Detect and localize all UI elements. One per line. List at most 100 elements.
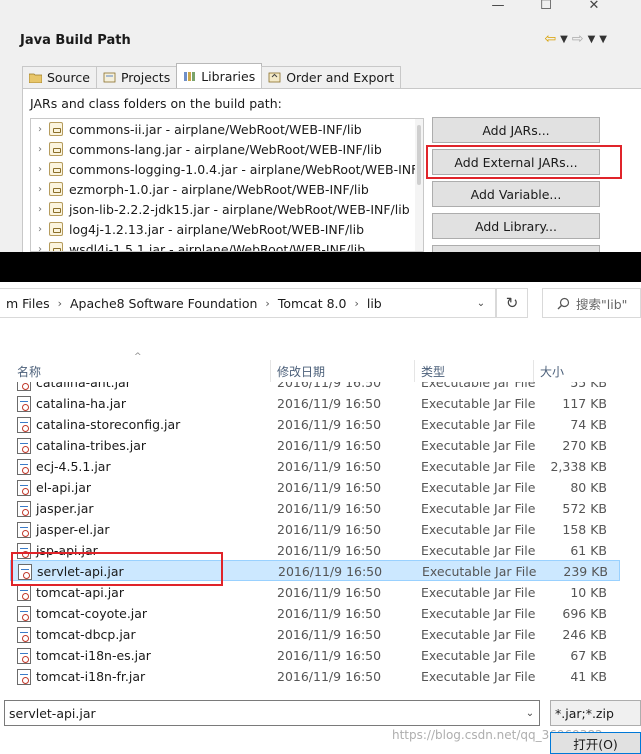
column-divider[interactable] bbox=[414, 360, 415, 382]
expand-arrow-icon[interactable]: › bbox=[31, 224, 49, 235]
file-type: Executable Jar File bbox=[421, 669, 536, 684]
tab-projects-label: Projects bbox=[120, 70, 171, 85]
expand-arrow-icon[interactable]: › bbox=[31, 124, 49, 135]
file-name: tomcat-api.jar bbox=[36, 585, 124, 600]
table-row[interactable]: jasper-el.jar 2016/11/9 16:50 Executable… bbox=[0, 519, 641, 540]
list-item[interactable]: › wsdl4j-1.5.1.jar - airplane/WebRoot/WEB… bbox=[31, 239, 423, 252]
file-size: 696 KB bbox=[562, 606, 607, 621]
minimize-icon[interactable]: — bbox=[487, 0, 509, 14]
table-row[interactable]: catalina-ant.jar 2016/11/9 16:50 Executa… bbox=[0, 382, 641, 393]
file-size: 41 KB bbox=[570, 669, 607, 684]
file-name-value: servlet-api.jar bbox=[9, 705, 96, 721]
file-type: Executable Jar File bbox=[421, 382, 536, 390]
add-library-button[interactable]: Add Library... bbox=[432, 213, 600, 239]
column-divider[interactable] bbox=[533, 360, 534, 382]
address-dropdown-icon[interactable]: ⌄ bbox=[466, 288, 496, 318]
table-row[interactable]: tomcat-dbcp.jar 2016/11/9 16:50 Executab… bbox=[0, 624, 641, 645]
build-path-tabs: Source Projects Libraries Order and Expo… bbox=[22, 63, 402, 88]
list-item[interactable]: › commons-logging-1.0.4.jar - airplane/We… bbox=[31, 159, 423, 179]
file-type: Executable Jar File bbox=[421, 585, 536, 600]
file-name: catalina-ant.jar bbox=[36, 382, 131, 390]
tab-libraries[interactable]: Libraries bbox=[176, 63, 263, 88]
file-type: Executable Jar File bbox=[421, 480, 536, 495]
expand-arrow-icon[interactable]: › bbox=[31, 244, 49, 252]
breadcrumb-item[interactable]: m Files bbox=[0, 296, 56, 311]
breadcrumb-item[interactable]: lib bbox=[361, 296, 388, 311]
column-header-name[interactable]: 名称 bbox=[17, 360, 41, 382]
file-name-cell: jasper-el.jar bbox=[17, 519, 110, 540]
list-item[interactable]: › commons-ii.jar - airplane/WebRoot/WEB-I… bbox=[31, 119, 423, 139]
list-item[interactable]: › json-lib-2.2.2-jdk15.jar - airplane/Web… bbox=[31, 199, 423, 219]
file-type-filter[interactable]: *.jar;*.zip bbox=[550, 700, 641, 726]
expand-arrow-icon[interactable]: › bbox=[31, 164, 49, 175]
list-item[interactable]: › log4j-1.2.13.jar - airplane/WebRoot/WEB… bbox=[31, 219, 423, 239]
jar-list-scrollbar[interactable] bbox=[415, 119, 423, 251]
breadcrumb-separator-icon: › bbox=[57, 296, 62, 310]
close-icon[interactable]: ✕ bbox=[583, 0, 605, 14]
file-name-cell: catalina-ha.jar bbox=[17, 393, 126, 414]
breadcrumb-item[interactable]: Tomcat 8.0 bbox=[272, 296, 353, 311]
jar-entry-label: ezmorph-1.0.jar - airplane/WebRoot/WEB-I… bbox=[69, 181, 369, 197]
jar-icon bbox=[49, 242, 63, 251]
table-row[interactable]: catalina-storeconfig.jar 2016/11/9 16:50… bbox=[0, 414, 641, 435]
next-button-partial[interactable] bbox=[432, 245, 600, 252]
table-row[interactable]: tomcat-i18n-fr.jar 2016/11/9 16:50 Execu… bbox=[0, 666, 641, 686]
jar-icon bbox=[49, 182, 63, 196]
breadcrumb-item[interactable]: Apache8 Software Foundation bbox=[64, 296, 263, 311]
jar-file-icon bbox=[17, 382, 31, 391]
file-date: 2016/11/9 16:50 bbox=[277, 459, 382, 474]
jar-file-icon bbox=[17, 395, 31, 412]
tab-projects[interactable]: Projects bbox=[95, 66, 178, 88]
file-name-input[interactable]: servlet-api.jar bbox=[4, 700, 540, 726]
jar-file-icon bbox=[17, 647, 31, 664]
breadcrumb[interactable]: m Files › Apache8 Software Foundation › … bbox=[0, 288, 496, 318]
table-row[interactable]: catalina-tribes.jar 2016/11/9 16:50 Exec… bbox=[0, 435, 641, 456]
file-date: 2016/11/9 16:50 bbox=[277, 669, 382, 684]
add-jars-button[interactable]: Add JARs... bbox=[432, 117, 600, 143]
refresh-button[interactable]: ↻ bbox=[496, 288, 528, 318]
file-size: 61 KB bbox=[570, 543, 607, 558]
expand-arrow-icon[interactable]: › bbox=[31, 144, 49, 155]
table-row[interactable]: tomcat-i18n-es.jar 2016/11/9 16:50 Execu… bbox=[0, 645, 641, 666]
servlet-api-highlight bbox=[11, 552, 223, 586]
breadcrumb-separator-icon: › bbox=[265, 296, 270, 310]
table-row[interactable]: tomcat-coyote.jar 2016/11/9 16:50 Execut… bbox=[0, 603, 641, 624]
view-menu-icon[interactable]: ▼ bbox=[599, 34, 607, 45]
file-type: Executable Jar File bbox=[422, 564, 537, 579]
file-name: jasper-el.jar bbox=[36, 522, 110, 537]
file-list[interactable]: catalina-ant.jar 2016/11/9 16:50 Executa… bbox=[0, 382, 641, 686]
forward-dropdown-icon[interactable]: ▼ bbox=[588, 34, 596, 45]
list-item[interactable]: › commons-lang.jar - airplane/WebRoot/WEB… bbox=[31, 139, 423, 159]
jar-list[interactable]: › commons-ii.jar - airplane/WebRoot/WEB-I… bbox=[30, 118, 424, 252]
add-variable-button[interactable]: Add Variable... bbox=[432, 181, 600, 207]
file-name-dropdown-icon[interactable]: ⌄ bbox=[520, 700, 540, 726]
file-name: tomcat-i18n-fr.jar bbox=[36, 669, 146, 684]
back-arrow-icon[interactable]: ⇦ bbox=[544, 31, 556, 47]
column-header-type[interactable]: 类型 bbox=[421, 360, 445, 382]
table-row[interactable]: jasper.jar 2016/11/9 16:50 Executable Ja… bbox=[0, 498, 641, 519]
file-type: Executable Jar File bbox=[421, 606, 536, 621]
file-name-cell: el-api.jar bbox=[17, 477, 91, 498]
tab-order-export[interactable]: Order and Export bbox=[261, 66, 402, 88]
file-list-header: 名称 修改日期 类型 大小 bbox=[0, 360, 641, 382]
expand-arrow-icon[interactable]: › bbox=[31, 184, 49, 195]
file-size: 246 KB bbox=[562, 627, 607, 642]
column-header-size[interactable]: 大小 bbox=[540, 360, 564, 382]
back-dropdown-icon[interactable]: ▼ bbox=[560, 34, 568, 45]
column-header-date[interactable]: 修改日期 bbox=[277, 360, 325, 382]
tab-source[interactable]: Source bbox=[22, 66, 97, 88]
jar-file-icon bbox=[17, 626, 31, 643]
table-row[interactable]: catalina-ha.jar 2016/11/9 16:50 Executab… bbox=[0, 393, 641, 414]
file-name: tomcat-i18n-es.jar bbox=[36, 648, 151, 663]
search-input[interactable]: 搜索"lib" bbox=[542, 288, 641, 318]
jar-file-icon bbox=[17, 521, 31, 538]
tab-order-export-label: Order and Export bbox=[286, 70, 395, 85]
list-item[interactable]: › ezmorph-1.0.jar - airplane/WebRoot/WEB-… bbox=[31, 179, 423, 199]
table-row[interactable]: el-api.jar 2016/11/9 16:50 Executable Ja… bbox=[0, 477, 641, 498]
maximize-icon[interactable]: ☐ bbox=[535, 0, 557, 14]
forward-arrow-icon[interactable]: ⇨ bbox=[572, 31, 584, 47]
open-button[interactable]: 打开(O) bbox=[550, 732, 641, 754]
column-divider[interactable] bbox=[270, 360, 271, 382]
table-row[interactable]: ecj-4.5.1.jar 2016/11/9 16:50 Executable… bbox=[0, 456, 641, 477]
expand-arrow-icon[interactable]: › bbox=[31, 204, 49, 215]
